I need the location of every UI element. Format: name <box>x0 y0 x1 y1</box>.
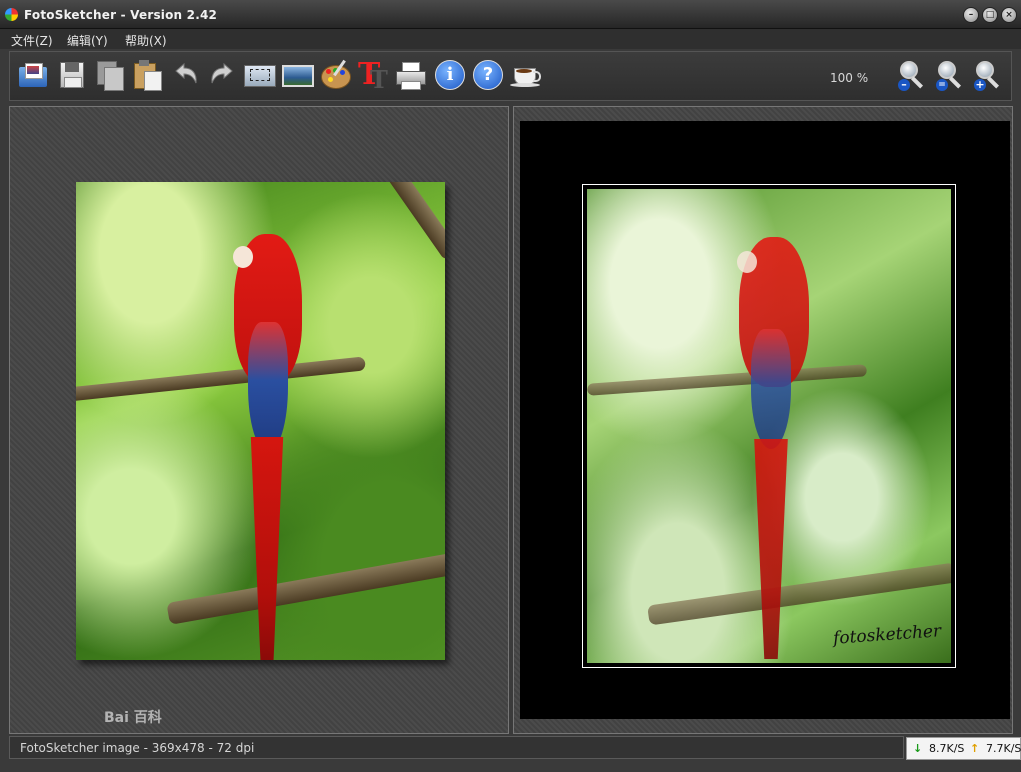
toolbar: T T i ? 100 % – = + <box>9 51 1012 101</box>
parrot-face <box>233 246 253 268</box>
menu-bar: 文件(Z) 编辑(Y) 帮助(X) <box>0 29 1021 49</box>
download-speed: 8.7K/S <box>929 742 965 755</box>
zoom-level: 100 % <box>830 71 869 85</box>
status-text: FotoSketcher image - 369x478 - 72 dpi <box>20 741 255 755</box>
sketch-parrot-face <box>737 251 757 273</box>
photo-branch-upper <box>76 356 366 402</box>
zoom-actual-icon[interactable]: = <box>934 59 966 91</box>
open-folder-icon[interactable] <box>17 59 49 91</box>
resize-image-icon[interactable] <box>282 59 314 91</box>
result-image-panel[interactable]: fotosketcher <box>513 106 1013 734</box>
crop-image-icon[interactable] <box>244 59 276 91</box>
coffee-cup-icon[interactable] <box>510 59 542 91</box>
app-window: FotoSketcher - Version 2.42 – □ × 文件(Z) … <box>0 0 1021 772</box>
window-title: FotoSketcher - Version 2.42 <box>24 8 218 22</box>
copy-icon[interactable] <box>94 59 126 91</box>
zoom-in-icon[interactable]: + <box>972 59 1004 91</box>
fotosketcher-signature: fotosketcher <box>832 621 942 649</box>
sketch-parrot-tail <box>754 439 788 659</box>
help-icon[interactable]: ? <box>472 59 504 91</box>
print-icon[interactable] <box>394 59 426 91</box>
baidu-watermark: Bai 百科 <box>104 710 162 726</box>
close-button[interactable]: × <box>1001 7 1017 23</box>
sketch-branch-lower <box>647 562 951 626</box>
app-logo-icon[interactable] <box>5 8 18 21</box>
result-canvas: fotosketcher <box>520 121 1010 719</box>
upload-arrow-icon: ↑ <box>970 742 980 755</box>
upload-speed: 7.7K/S <box>986 742 1021 755</box>
save-disk-icon[interactable] <box>56 59 88 91</box>
maximize-button[interactable]: □ <box>982 7 998 23</box>
add-text-icon[interactable]: T T <box>356 57 388 94</box>
redo-icon[interactable] <box>206 59 238 91</box>
result-frame: fotosketcher <box>582 184 956 668</box>
menu-file[interactable]: 文件(Z) <box>11 32 53 49</box>
download-arrow-icon: ↓ <box>913 742 923 755</box>
original-image-panel[interactable]: Bai 百科 <box>9 106 509 734</box>
title-bar[interactable]: FotoSketcher - Version 2.42 – □ × <box>0 0 1021 29</box>
paint-palette-icon[interactable] <box>320 59 352 91</box>
parrot-wing <box>248 322 288 452</box>
sketch-branch-upper <box>587 364 868 396</box>
info-icon[interactable]: i <box>434 59 466 91</box>
photo-branch-lower <box>166 551 445 625</box>
menu-help[interactable]: 帮助(X) <box>125 32 167 49</box>
minimize-button[interactable]: – <box>963 7 979 23</box>
parrot-tail <box>250 437 284 660</box>
sketch-parrot-wing <box>751 329 791 449</box>
status-bar: FotoSketcher image - 369x478 - 72 dpi <box>9 736 904 759</box>
sketched-photo: fotosketcher <box>587 189 951 663</box>
paste-icon[interactable] <box>132 59 164 91</box>
undo-icon[interactable] <box>170 59 202 91</box>
zoom-out-icon[interactable]: – <box>896 59 928 91</box>
network-speed-meter: ↓ 8.7K/S ↑ 7.7K/S <box>906 737 1021 760</box>
menu-edit[interactable]: 编辑(Y) <box>67 32 108 49</box>
photo-branch-top <box>382 182 445 262</box>
original-photo <box>76 182 445 660</box>
